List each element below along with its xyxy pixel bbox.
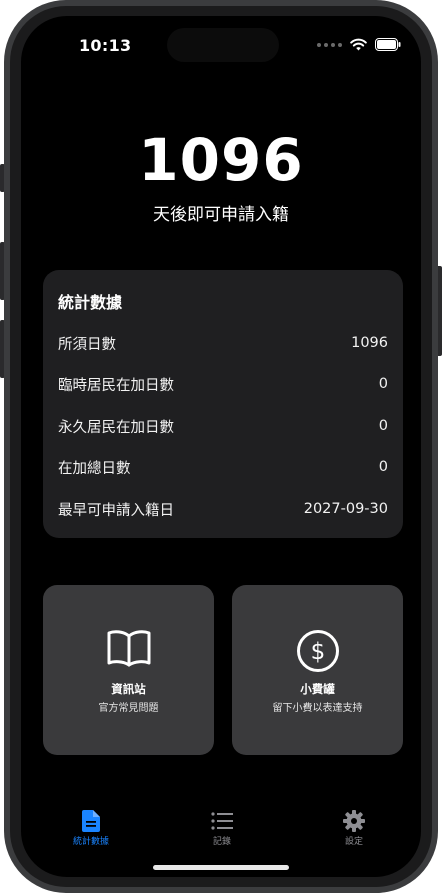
stat-label: 所須日數	[58, 336, 116, 353]
stat-label: 臨時居民在加日數	[58, 377, 174, 394]
tab-records[interactable]: 記錄	[182, 808, 262, 847]
stat-value: 0	[378, 418, 388, 434]
tab-stats[interactable]: 統計數據	[51, 808, 131, 847]
cellular-signal-icon	[317, 42, 342, 47]
stat-value: 2027-09-30	[303, 501, 388, 517]
stats-card-title: 統計數據	[58, 293, 123, 312]
stat-row-total-days: 在加總日數 0	[58, 455, 388, 479]
tip-jar-subtitle: 留下小費以表達支持	[272, 703, 363, 714]
tab-settings[interactable]: 設定	[314, 808, 394, 847]
app-screen: 10:13 1096 天後即可申請入籍 統計數據 所須日數 1096 臨時居民在…	[21, 16, 421, 877]
info-hub-subtitle: 官方常見問題	[98, 703, 159, 714]
tip-jar-title: 小費罐	[300, 682, 335, 696]
info-hub-title: 資訊站	[111, 682, 146, 696]
tab-settings-label: 設定	[344, 837, 363, 847]
stat-value: 1096	[351, 335, 388, 351]
stat-row-temporary-resident-days: 臨時居民在加日數 0	[58, 372, 388, 396]
dollar-circle-icon: $	[232, 629, 403, 673]
status-time: 10:13	[79, 36, 132, 55]
tab-stats-label: 統計數據	[72, 837, 109, 847]
svg-text:$: $	[310, 639, 325, 665]
stat-row-required-days: 所須日數 1096	[58, 331, 388, 355]
stat-value: 0	[378, 459, 388, 475]
stat-row-permanent-resident-days: 永久居民在加日數 0	[58, 414, 388, 438]
wifi-icon	[350, 38, 367, 51]
status-icons	[317, 38, 401, 51]
info-hub-tile[interactable]: 資訊站 官方常見問題	[43, 585, 214, 755]
gear-icon	[314, 808, 394, 834]
stat-label: 永久居民在加日數	[58, 419, 174, 436]
tab-records-label: 記錄	[212, 837, 231, 847]
stat-label: 最早可申請入籍日	[58, 502, 174, 519]
dynamic-island	[167, 28, 279, 62]
list-icon	[182, 808, 262, 834]
stat-label: 在加總日數	[58, 460, 131, 477]
stat-row-earliest-date: 最早可申請入籍日 2027-09-30	[58, 497, 388, 521]
document-icon	[51, 808, 131, 834]
days-remaining-caption: 天後即可申請入籍	[153, 205, 289, 225]
book-icon	[43, 629, 214, 673]
stats-card: 統計數據 所須日數 1096 臨時居民在加日數 0 永久居民在加日數 0 在加總…	[43, 270, 403, 538]
stat-value: 0	[378, 376, 388, 392]
home-indicator[interactable]	[153, 865, 289, 870]
tip-jar-tile[interactable]: $ 小費罐 留下小費以表達支持	[232, 585, 403, 755]
battery-icon	[375, 38, 401, 51]
days-remaining-count: 1096	[138, 126, 304, 194]
